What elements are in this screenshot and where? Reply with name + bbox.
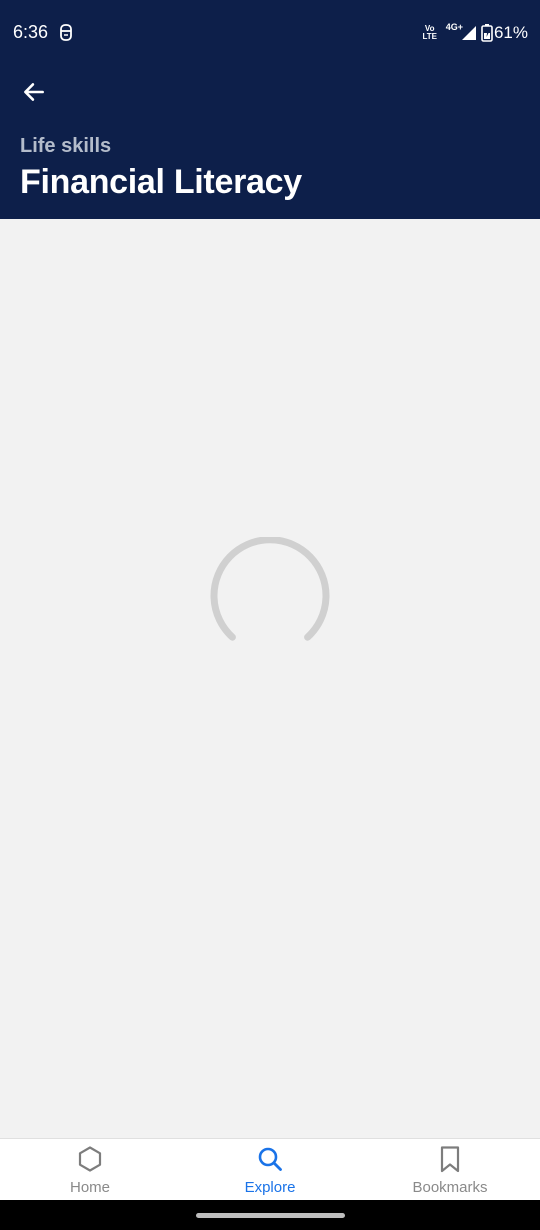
nav-item-home[interactable]: Home bbox=[0, 1139, 180, 1201]
lte-label: LTE bbox=[422, 32, 437, 41]
notification-icon bbox=[60, 24, 72, 41]
bookmark-icon bbox=[440, 1146, 460, 1173]
battery-percentage: 61% bbox=[493, 23, 528, 42]
status-bar: 6:36 Vo LTE 4G+ 61% bbox=[0, 0, 540, 68]
bottom-navigation: Home Explore Bookmarks bbox=[0, 1138, 540, 1201]
home-gesture-handle[interactable] bbox=[196, 1213, 345, 1218]
status-icons: Vo LTE 4G+ 61% bbox=[420, 20, 528, 46]
page-title: Financial Literacy bbox=[20, 163, 302, 201]
search-icon bbox=[258, 1147, 282, 1171]
network-type: 4G+ bbox=[445, 22, 463, 32]
page-subtitle: Life skills bbox=[20, 135, 112, 157]
status-time: 6:36 bbox=[13, 22, 49, 42]
nav-label-explore: Explore bbox=[244, 1179, 296, 1196]
nav-label-home: Home bbox=[69, 1179, 110, 1196]
nav-item-bookmarks[interactable]: Bookmarks bbox=[360, 1139, 540, 1201]
back-button[interactable] bbox=[14, 72, 54, 112]
volte-icon: Vo LTE bbox=[420, 25, 440, 41]
nav-item-explore[interactable]: Explore bbox=[180, 1139, 360, 1201]
battery-icon bbox=[481, 24, 493, 42]
loading-spinner-icon bbox=[210, 537, 330, 641]
nav-label-bookmarks: Bookmarks bbox=[412, 1179, 488, 1196]
back-arrow-icon bbox=[24, 83, 44, 101]
app-header: 6:36 Vo LTE 4G+ 61% Life skills Financia… bbox=[0, 0, 540, 219]
system-navigation-bar bbox=[0, 1200, 540, 1230]
home-hexagon-icon bbox=[78, 1146, 102, 1172]
signal-icon bbox=[461, 26, 476, 40]
